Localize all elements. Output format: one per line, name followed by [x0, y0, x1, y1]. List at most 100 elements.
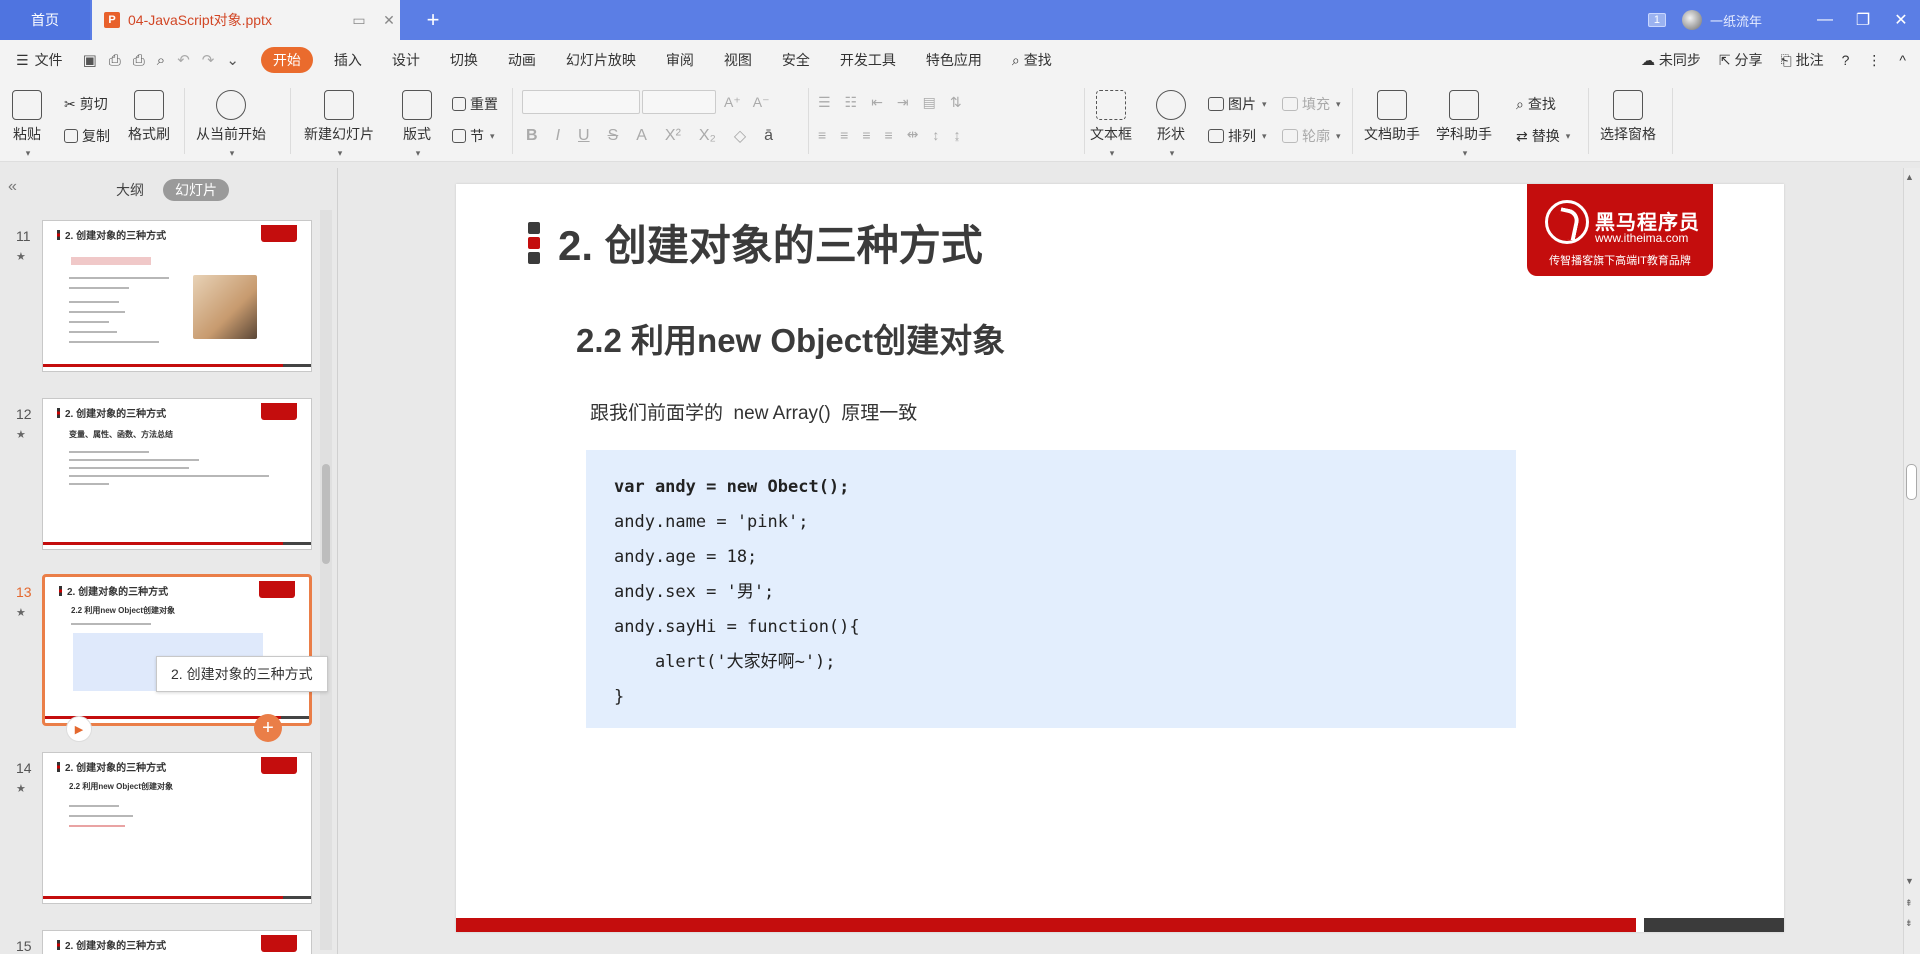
previous-slide-icon[interactable]: ⇞: [1905, 898, 1913, 909]
code-block[interactable]: var andy = new Obect(); andy.name = 'pin…: [586, 450, 1516, 728]
paste-button[interactable]: 粘贴: [12, 90, 42, 159]
export-pdf-icon[interactable]: ⎙: [109, 52, 121, 69]
close-tab-icon[interactable]: ✕: [378, 12, 400, 29]
reset-button[interactable]: 重置: [452, 94, 498, 114]
new-slide-button[interactable]: 新建幻灯片: [304, 90, 374, 159]
collapse-ribbon-icon[interactable]: ^: [1899, 52, 1906, 68]
align-center-icon[interactable]: ≡: [840, 127, 848, 143]
slide-thumbnail-13[interactable]: 2. 创建对象的三种方式 2.2 利用new Object创建对象: [42, 574, 312, 726]
menu-tab-animation[interactable]: 动画: [493, 47, 551, 73]
scroll-up-icon[interactable]: ▲: [1905, 172, 1914, 182]
text-columns-icon[interactable]: ▤: [923, 94, 936, 111]
new-tab-button[interactable]: +: [418, 0, 448, 40]
replace-button[interactable]: ⇄ 替换: [1516, 126, 1570, 146]
cut-button[interactable]: ✂ 剪切: [64, 94, 108, 114]
restore-icon[interactable]: ❐: [1844, 10, 1882, 30]
slide-thumbnail-12[interactable]: 2. 创建对象的三种方式 变量、属性、函数、方法总结: [42, 398, 312, 550]
textbox-button[interactable]: 文本框: [1090, 90, 1132, 159]
menu-tab-review[interactable]: 审阅: [651, 47, 709, 73]
menu-tab-features[interactable]: 特色应用: [911, 47, 997, 73]
slide-thumbnail-11[interactable]: 2. 创建对象的三种方式: [42, 220, 312, 372]
tab-document[interactable]: P 04-JavaScript对象.pptx ▭ ✕: [92, 0, 400, 40]
slide-body-text[interactable]: 跟我们前面学的 new Array() 原理一致: [590, 398, 917, 425]
menu-search[interactable]: ⌕ 查找: [997, 47, 1067, 73]
canvas-scrollbar[interactable]: [1903, 168, 1920, 954]
print-icon[interactable]: ⎙: [133, 52, 145, 69]
redo-icon[interactable]: ↷: [202, 51, 215, 69]
menu-tab-view[interactable]: 视图: [709, 47, 767, 73]
underline-icon[interactable]: U: [578, 127, 590, 145]
font-family-select[interactable]: [522, 90, 640, 114]
grow-font-icon[interactable]: A⁺: [724, 94, 741, 111]
minimize-icon[interactable]: —: [1806, 11, 1844, 29]
current-slide[interactable]: 2. 创建对象的三种方式 黑马程序员 www.itheima.com 传智播客旗…: [456, 184, 1784, 932]
slide-title[interactable]: 2. 创建对象的三种方式: [528, 212, 983, 273]
slide-thumbnail-14[interactable]: 2. 创建对象的三种方式 2.2 利用new Object创建对象: [42, 752, 312, 904]
collapse-panel-icon[interactable]: «: [8, 178, 17, 196]
play-from-current-button[interactable]: 从当前开始: [196, 90, 266, 159]
thumbnail-scrollbar[interactable]: [320, 210, 332, 950]
decrease-indent-icon[interactable]: ⇤: [871, 94, 883, 111]
sync-button[interactable]: ☁ 未同步: [1641, 50, 1701, 70]
paragraph-spacing-icon[interactable]: ↨: [953, 127, 960, 143]
justify-icon[interactable]: ≡: [885, 127, 893, 143]
slide-subtitle[interactable]: 2.2 利用new Object创建对象: [576, 314, 1005, 362]
font-size-select[interactable]: [642, 90, 716, 114]
copy-button[interactable]: 复制: [64, 126, 110, 146]
menu-tab-home[interactable]: 开始: [260, 47, 313, 73]
canvas-scrollbar-thumb[interactable]: [1906, 464, 1917, 500]
superscript-icon[interactable]: X²: [665, 127, 681, 145]
slides-tab[interactable]: 幻灯片: [163, 179, 229, 201]
more-icon[interactable]: ⋮: [1867, 52, 1881, 69]
next-slide-icon[interactable]: ⇟: [1905, 918, 1913, 929]
user-avatar[interactable]: [1681, 10, 1702, 30]
fill-button[interactable]: 填充: [1282, 94, 1341, 114]
help-icon[interactable]: ?: [1842, 52, 1850, 68]
text-effect-icon[interactable]: ā: [764, 127, 773, 145]
arrange-button[interactable]: 排列: [1208, 126, 1267, 146]
close-window-icon[interactable]: ✕: [1882, 10, 1920, 30]
align-right-icon[interactable]: ≡: [862, 127, 870, 143]
selection-pane-button[interactable]: 选择窗格: [1600, 90, 1656, 144]
bullet-list-icon[interactable]: ☰: [818, 94, 831, 111]
italic-icon[interactable]: I: [556, 127, 560, 145]
comment-button[interactable]: ⎗ 批注: [1781, 50, 1824, 70]
share-button[interactable]: ⇱ 分享: [1719, 50, 1763, 70]
section-button[interactable]: 节: [452, 126, 495, 146]
text-direction-icon[interactable]: ⇅: [950, 94, 962, 111]
menu-tab-security[interactable]: 安全: [767, 47, 825, 73]
format-painter-button[interactable]: 格式刷: [128, 90, 170, 144]
menu-tab-developer[interactable]: 开发工具: [825, 47, 911, 73]
undo-icon[interactable]: ↶: [177, 51, 190, 69]
find-button[interactable]: ⌕ 查找: [1516, 94, 1556, 114]
user-name[interactable]: 一纸流年: [1710, 11, 1762, 30]
outline-tab[interactable]: 大纲: [110, 179, 150, 201]
add-slide-icon[interactable]: +: [254, 714, 282, 742]
scroll-down-icon[interactable]: ▼: [1905, 876, 1914, 886]
doc-assistant-button[interactable]: 文档助手: [1364, 90, 1420, 144]
tab-home[interactable]: 首页: [0, 0, 90, 40]
line-spacing-icon[interactable]: ↕: [932, 127, 939, 143]
outline-button[interactable]: 轮廓: [1282, 126, 1341, 146]
font-color-icon[interactable]: A: [636, 127, 647, 145]
pin-window-icon[interactable]: ▭: [348, 12, 370, 29]
layout-button[interactable]: 版式: [402, 90, 432, 159]
numbered-list-icon[interactable]: ☷: [845, 94, 858, 111]
menu-tab-design[interactable]: 设计: [377, 47, 435, 73]
file-menu[interactable]: ☰ 文件: [16, 50, 63, 70]
picture-button[interactable]: 图片: [1208, 94, 1267, 114]
save-icon[interactable]: ▣: [83, 51, 97, 69]
subscript-icon[interactable]: X₂: [699, 127, 716, 145]
play-slide-icon[interactable]: ▶: [66, 716, 92, 742]
clear-format-icon[interactable]: ◇: [734, 126, 746, 146]
window-count-badge[interactable]: 1: [1647, 13, 1666, 27]
increase-indent-icon[interactable]: ⇥: [897, 94, 909, 111]
strikethrough-icon[interactable]: S: [608, 127, 619, 145]
customize-quick-access-icon[interactable]: ⌄: [226, 51, 239, 69]
shrink-font-icon[interactable]: A⁻: [753, 94, 770, 111]
subject-assistant-button[interactable]: 学科助手: [1436, 90, 1492, 159]
menu-tab-insert[interactable]: 插入: [319, 47, 377, 73]
thumbnail-scrollbar-thumb[interactable]: [322, 464, 330, 564]
print-preview-icon[interactable]: ⌕: [157, 52, 165, 69]
slide-thumbnail-15[interactable]: 2. 创建对象的三种方式: [42, 930, 312, 954]
